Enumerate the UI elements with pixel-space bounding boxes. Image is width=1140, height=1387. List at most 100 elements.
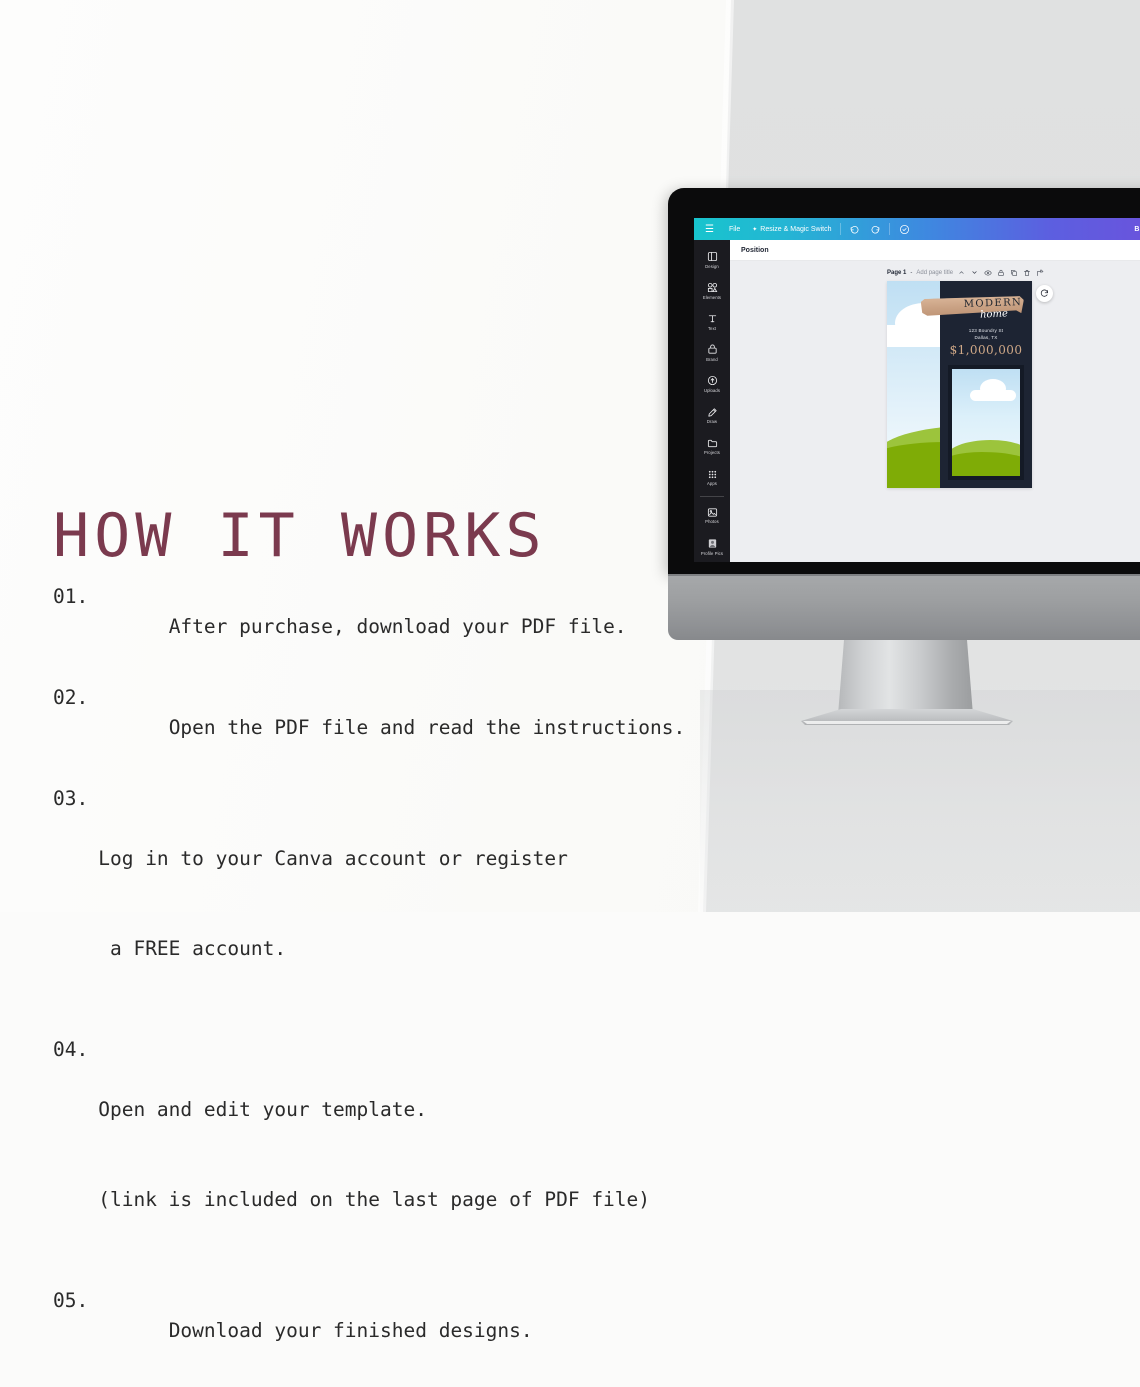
monitor-stand-neck [838,640,973,715]
refresh-icon[interactable] [1036,285,1053,302]
photos-icon [706,506,718,518]
undo-icon[interactable] [844,218,865,240]
sidebar-label-text: Text [707,325,717,331]
profile-pics-icon [706,538,718,550]
property-address: 123 Boundry St Dallas, TX [940,327,1032,341]
sidebar-item-uploads[interactable]: Uploads [694,368,730,399]
canva-sidebar: Design Elements Text Brand Uploads Draw … [694,240,730,562]
add-page-title-button[interactable]: Add page title [916,270,953,276]
step-line: Open the PDF file and read the instructi… [168,716,686,739]
sidebar-label-profile-pics: Profile Pics [700,550,724,556]
duplicate-icon[interactable] [1009,268,1018,277]
sidebar-item-apps[interactable]: Apps [694,462,730,493]
step-item: 01. After purchase, download your PDF fi… [53,582,693,672]
photo-cloud-shape [970,379,1016,401]
page-header-row: Page 1 - Add page title [887,268,1044,277]
sidebar-divider [700,495,724,497]
step-item: 03. Log in to your Canva account or regi… [53,784,693,1024]
page-header-separator: - [910,269,913,276]
step-item: 04. Open and edit your template. (link i… [53,1035,693,1275]
design-icon [706,251,718,263]
sidebar-item-projects[interactable]: Projects [694,431,730,462]
brand-icon [706,344,718,356]
page-title: HOW IT WORKS [53,501,547,571]
photo-hill-front [952,452,1020,476]
file-menu-button[interactable]: File [723,218,746,240]
flyer-panel: MODERN home 123 Boundry St Dallas, TX $1… [940,281,1032,488]
monitor-screen: ☰ File ✦ Resize & Magic Switch BRE_DM_Pr… [694,218,1140,562]
toolbar-divider-2 [889,223,891,235]
step-item: 02. Open the PDF file and read the instr… [53,683,693,773]
sidebar-label-apps: Apps [707,481,717,487]
sidebar-item-elements[interactable]: Elements [694,275,730,306]
canva-top-toolbar: ☰ File ✦ Resize & Magic Switch BRE_DM_Pr… [694,218,1140,240]
property-price: $1,000,000 [949,343,1023,357]
apps-icon [706,468,718,480]
sparkle-icon: ✦ [752,226,758,233]
sidebar-item-text[interactable]: Text [694,306,730,337]
document-title[interactable]: BRE_DM_Prop [1134,218,1140,240]
monitor-chin [668,574,1140,640]
resize-magic-switch-button[interactable]: ✦ Resize & Magic Switch [746,218,837,240]
sidebar-label-projects: Projects [704,450,720,456]
canva-main-area: Position Page 1 - Add page title MODERN … [730,240,1140,562]
step-line: Log in to your Canva account or register [98,847,568,870]
step-number: 03. [53,787,89,810]
step-text: Open the PDF file and read the instructi… [98,683,693,773]
sidebar-item-draw[interactable]: Draw [694,400,730,431]
monitor-stand-foot-highlight [803,721,1011,724]
sidebar-label-brand: Brand [706,356,718,362]
step-text: Open and edit your template. (link is in… [98,1035,693,1275]
chevron-up-icon[interactable] [957,268,966,277]
lock-icon[interactable] [996,268,1005,277]
toolbar-divider [840,223,842,235]
how-it-works-section: HOW IT WORKS 01. After purchase, downloa… [53,506,693,1387]
redo-icon[interactable] [865,218,886,240]
brand-script-title: home [979,308,1009,321]
address-line-2: Dallas, TX [974,335,998,340]
eye-icon[interactable] [983,268,992,277]
canva-canvas-area[interactable]: Page 1 - Add page title MODERN home 123 … [730,261,1140,562]
trash-icon[interactable] [1022,268,1031,277]
projects-icon [706,437,718,449]
hamburger-icon[interactable]: ☰ [694,218,723,240]
text-icon [706,313,718,325]
monitor-chin-edge [668,574,1140,576]
cloud-check-icon[interactable] [893,218,916,240]
page-number-label: Page 1 [887,269,907,276]
uploads-icon [706,375,718,387]
step-line: a FREE account. [98,937,287,960]
draw-icon [706,406,718,418]
step-number: 04. [53,1038,89,1061]
sidebar-label-draw: Draw [706,419,718,425]
position-button[interactable]: Position [741,247,769,254]
canva-context-toolbar: Position [730,240,1140,261]
chevron-down-icon[interactable] [970,268,979,277]
canva-workspace: Design Elements Text Brand Uploads Draw … [694,240,1140,562]
sidebar-item-brand[interactable]: Brand [694,337,730,368]
sidebar-label-photos: Photos [705,519,719,525]
design-page-canvas[interactable]: MODERN home 123 Boundry St Dallas, TX $1… [887,281,1032,488]
step-line: After purchase, download your PDF file. [168,615,627,638]
step-line: Download your finished designs. [168,1319,533,1342]
step-line: Open and edit your template. [98,1098,427,1121]
elements-icon [706,282,718,294]
sidebar-label-design: Design [705,263,719,269]
step-number: 05. [53,1289,89,1312]
step-text: Download your finished designs. [98,1286,693,1376]
address-line-1: 123 Boundry St [968,328,1004,333]
step-line: (link is included on the last page of PD… [98,1188,651,1211]
resize-label: Resize & Magic Switch [760,225,832,233]
sidebar-item-design[interactable]: Design [694,244,730,275]
sidebar-item-photos[interactable]: Photos [694,500,730,531]
sidebar-item-profile-pics[interactable]: Profile Pics [694,531,730,562]
step-number: 02. [53,686,89,709]
expand-icon[interactable] [1035,268,1044,277]
step-text: After purchase, download your PDF file. [98,582,693,672]
step-item: 05. Download your finished designs. [53,1286,693,1376]
property-photo-frame[interactable] [948,365,1024,480]
sidebar-label-uploads: Uploads [703,387,721,393]
step-number: 01. [53,585,89,608]
step-text: Log in to your Canva account or register… [98,784,693,1024]
sidebar-label-elements: Elements [702,294,722,300]
